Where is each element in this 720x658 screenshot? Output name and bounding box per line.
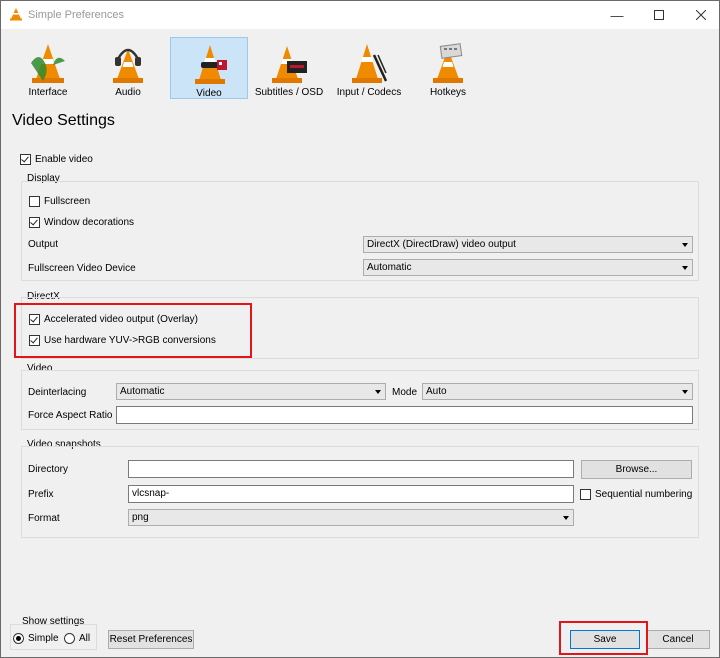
format-select[interactable]: png <box>128 509 574 526</box>
title-bar: Simple Preferences — <box>1 1 719 29</box>
chevron-down-icon <box>682 243 688 247</box>
tab-hotkeys[interactable]: Hotkeys <box>409 37 487 99</box>
close-icon[interactable] <box>681 1 720 29</box>
chevron-down-icon <box>682 390 688 394</box>
directory-input[interactable] <box>128 460 574 478</box>
fullscreen-device-value: Automatic <box>367 262 412 273</box>
all-radio[interactable] <box>64 633 75 644</box>
chevron-down-icon <box>375 390 381 394</box>
cancel-button[interactable]: Cancel <box>646 630 710 649</box>
deinterlacing-label: Deinterlacing <box>28 387 87 398</box>
browse-button[interactable]: Browse... <box>581 460 692 479</box>
tab-audio-label: Audio <box>115 87 141 98</box>
output-select[interactable]: DirectX (DirectDraw) video output <box>363 236 693 253</box>
aspect-ratio-label: Force Aspect Ratio <box>28 410 113 421</box>
input-codecs-cone-icon <box>352 44 388 83</box>
tab-hotkeys-label: Hotkeys <box>429 87 467 98</box>
video-cone-icon <box>195 45 227 84</box>
preferences-window: Simple Preferences — Interface Audio Vid… <box>0 0 720 658</box>
tab-video[interactable]: Video <box>170 37 248 99</box>
tab-interface[interactable]: Interface <box>9 37 87 99</box>
tab-input-codecs[interactable]: Input / Codecs <box>330 37 408 99</box>
fullscreen-label: Fullscreen <box>44 196 91 207</box>
directory-label: Directory <box>28 464 69 475</box>
tab-interface-label: Interface <box>28 87 68 98</box>
tab-input-codecs-label: Input / Codecs <box>336 87 402 98</box>
maximize-icon[interactable] <box>639 1 679 29</box>
simple-radio[interactable] <box>13 633 24 644</box>
page-title: Video Settings <box>12 112 115 129</box>
fullscreen-device-select[interactable]: Automatic <box>363 259 693 276</box>
window-title: Simple Preferences <box>28 9 124 21</box>
format-label: Format <box>28 513 60 524</box>
highlight-directx-box <box>14 303 252 358</box>
window-decorations-label: Window decorations <box>44 217 135 228</box>
fullscreen-checkbox[interactable] <box>29 196 40 207</box>
mode-value: Auto <box>426 386 447 397</box>
simple-radio-label: Simple <box>28 633 59 644</box>
minimize-icon[interactable]: — <box>597 1 637 29</box>
output-label: Output <box>28 239 59 250</box>
tab-video-label: Video <box>196 88 222 99</box>
enable-video-label: Enable video <box>35 154 93 165</box>
hotkeys-cone-icon <box>433 43 463 83</box>
tab-subtitles-osd[interactable]: Subtitles / OSD <box>250 37 328 99</box>
deinterlacing-select[interactable]: Automatic <box>116 383 386 400</box>
mode-select[interactable]: Auto <box>422 383 693 400</box>
fullscreen-device-label: Fullscreen Video Device <box>28 263 136 274</box>
chevron-down-icon <box>563 516 569 520</box>
window-decorations-checkbox[interactable] <box>29 217 40 228</box>
all-radio-label: All <box>79 633 91 644</box>
tab-audio[interactable]: Audio <box>89 37 167 99</box>
highlight-save-box <box>559 621 648 655</box>
vlc-app-icon <box>9 7 23 24</box>
prefix-value: vlcsnap- <box>132 488 170 499</box>
prefix-input[interactable]: vlcsnap- <box>128 485 574 503</box>
prefix-label: Prefix <box>28 489 54 500</box>
tab-subtitles-osd-label: Subtitles / OSD <box>254 87 324 98</box>
sequential-numbering-label: Sequential numbering <box>595 489 693 500</box>
audio-cone-icon <box>113 48 143 83</box>
subtitles-cone-icon <box>272 46 307 83</box>
interface-cone-icon <box>31 44 65 83</box>
mode-label: Mode <box>392 387 418 398</box>
enable-video-checkbox[interactable] <box>20 154 31 165</box>
chevron-down-icon <box>682 266 688 270</box>
sequential-numbering-checkbox[interactable] <box>580 489 591 500</box>
format-value: png <box>132 512 149 523</box>
output-select-value: DirectX (DirectDraw) video output <box>367 239 516 250</box>
aspect-ratio-input[interactable] <box>116 406 693 424</box>
reset-preferences-button[interactable]: Reset Preferences <box>108 630 194 649</box>
deinterlacing-value: Automatic <box>120 386 165 397</box>
